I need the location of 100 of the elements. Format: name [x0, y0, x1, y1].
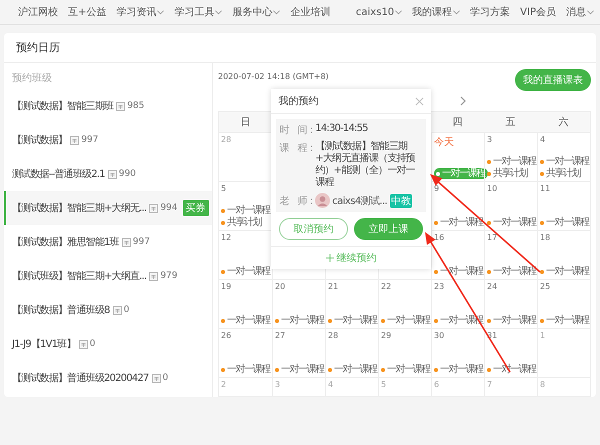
course-event[interactable]: 一对一课程: [381, 364, 430, 375]
day-number: 28: [221, 135, 232, 144]
class-count: 985: [127, 101, 144, 111]
day-number: 30: [434, 331, 446, 340]
day-number: 4: [328, 380, 334, 389]
teacher-name: caixs4测试...: [332, 194, 388, 208]
class-item[interactable]: 【测试数据】智能三期班 985: [4, 89, 212, 123]
next-month-icon[interactable]: [460, 96, 466, 106]
class-count: 990: [118, 169, 136, 179]
nav-link[interactable]: VIP会员: [520, 5, 556, 19]
class-count: 997: [81, 135, 98, 145]
day-number: 18: [540, 233, 552, 242]
coupon-icon: [112, 306, 122, 314]
class-name: 【测试数据】雅思智能1班: [12, 236, 119, 249]
class-item[interactable]: 【测试数据】智能三期+大纲无... 994 买券: [4, 191, 212, 225]
day-number: 29: [381, 331, 392, 340]
class-count: 994: [160, 203, 178, 213]
course-event[interactable]: 共享计划: [221, 217, 261, 228]
weekday-label: 五: [506, 116, 516, 129]
day-number: 3: [487, 135, 494, 144]
coupon-icon: [116, 102, 126, 110]
course-event[interactable]: 一对一课程: [221, 364, 270, 375]
class-count: 0: [90, 339, 96, 349]
class-item[interactable]: 【测试数据】普通班级20200427 0: [4, 361, 212, 395]
day-number: 今天: [434, 136, 455, 149]
course-event[interactable]: 一对一课程: [381, 315, 430, 326]
day-number: 24: [487, 282, 498, 291]
nav-link[interactable]: 企业培训: [290, 5, 330, 19]
class-item[interactable]: 测试数据--普通班级2.1 990: [4, 157, 212, 191]
close-icon[interactable]: [415, 96, 424, 106]
nav-link[interactable]: 互+公益: [68, 5, 106, 19]
coupon-icon: [108, 170, 117, 178]
course-event[interactable]: 一对一课程: [221, 205, 270, 216]
course-event[interactable]: 一对一课程: [540, 156, 588, 167]
info-label: 时 间：: [279, 124, 316, 137]
coupon-icon: [152, 374, 160, 382]
nav-link[interactable]: caixs10: [356, 5, 402, 19]
class-count: 979: [160, 271, 178, 281]
course-event[interactable]: 一对一课程: [221, 315, 270, 326]
nav-link[interactable]: 消息: [566, 5, 594, 19]
nav-link[interactable]: 沪江网校: [18, 5, 58, 19]
weekday-label: 四: [452, 116, 462, 129]
course-event[interactable]: 一对一课程: [487, 156, 536, 167]
day-number: 11: [540, 184, 552, 193]
caret-icon: [453, 10, 460, 14]
class-name: 【测试数据】智能三期班: [12, 100, 114, 113]
info-value: 14:30-14:55: [315, 123, 368, 135]
coupon-icon: [78, 340, 88, 348]
day-number: 27: [275, 331, 286, 340]
nav-link[interactable]: 我的课程: [412, 5, 460, 19]
class-name: J1-J9【1V1班】: [12, 338, 76, 351]
sidebar-heading: 预约班级: [11, 72, 53, 86]
coupon-icon: [122, 238, 131, 246]
info-value: 【测试数据】智能三期+大纲无直播课（支持预约）+能测（全）一对一课程: [315, 141, 416, 189]
course-event[interactable]: 一对一课程: [221, 266, 270, 277]
course-event[interactable]: 一对一课程: [540, 266, 588, 277]
day-number: 4: [540, 135, 546, 144]
coupon-icon: [149, 272, 158, 280]
class-count: 0: [124, 305, 130, 315]
current-time: 2020-07-02 14:18 (GMT+8): [218, 71, 329, 81]
course-event[interactable]: 一对一课程: [328, 364, 376, 375]
course-event[interactable]: 一对一课程: [540, 217, 588, 228]
class-item[interactable]: 【测试数据】普通班级8 0: [4, 293, 212, 327]
course-event[interactable]: 一对一课程: [328, 315, 376, 326]
caret-icon: [215, 10, 222, 14]
weekday-label: 日: [240, 116, 250, 129]
day-number: 3: [275, 380, 282, 389]
day-number: 23: [434, 282, 446, 291]
day-number: 28: [328, 331, 340, 340]
course-event[interactable]: 一对一课程: [487, 217, 536, 228]
weekday-label: 六: [558, 116, 568, 129]
course-event[interactable]: 一对一课程: [540, 315, 588, 326]
caret-icon: [395, 10, 402, 14]
nav-link[interactable]: 学习方案: [470, 5, 510, 19]
day-number: 25: [540, 282, 552, 291]
page-title: 预约日历: [4, 33, 596, 63]
class-count: 997: [132, 237, 150, 247]
class-item[interactable]: 【测试数据】雅思智能1班 997: [4, 225, 212, 259]
course-event[interactable]: 一对一课程: [275, 315, 324, 326]
class-name: 【测试数据】普通班级20200427: [12, 372, 148, 385]
nav-link[interactable]: 学习工具: [174, 5, 222, 19]
class-count: 0: [162, 373, 168, 383]
popup-title: 我的预约: [278, 94, 318, 108]
class-item[interactable]: J1-J9【1V1班】 0: [4, 327, 212, 361]
day-number: 8: [540, 380, 546, 389]
course-event[interactable]: 共享计划: [487, 168, 527, 179]
caret-icon: [157, 10, 164, 14]
nav-link[interactable]: 服务中心: [232, 5, 280, 19]
day-number: 20: [275, 282, 286, 291]
course-event[interactable]: 共享计划: [540, 168, 580, 179]
course-event[interactable]: 一对一课程: [487, 315, 536, 326]
class-item[interactable]: 【测试数据】 997: [4, 123, 212, 157]
day-number: 17: [487, 233, 498, 242]
course-event[interactable]: 一对一课程: [275, 364, 324, 375]
course-event[interactable]: 一对一课程: [434, 364, 482, 375]
nav-link[interactable]: 学习资讯: [116, 5, 164, 19]
day-number: 26: [221, 331, 232, 340]
teacher-badge: 中教: [390, 194, 412, 208]
class-item[interactable]: 【测试班级】智能三期+大纲直... 979: [4, 259, 212, 293]
day-number: 9: [434, 184, 440, 193]
